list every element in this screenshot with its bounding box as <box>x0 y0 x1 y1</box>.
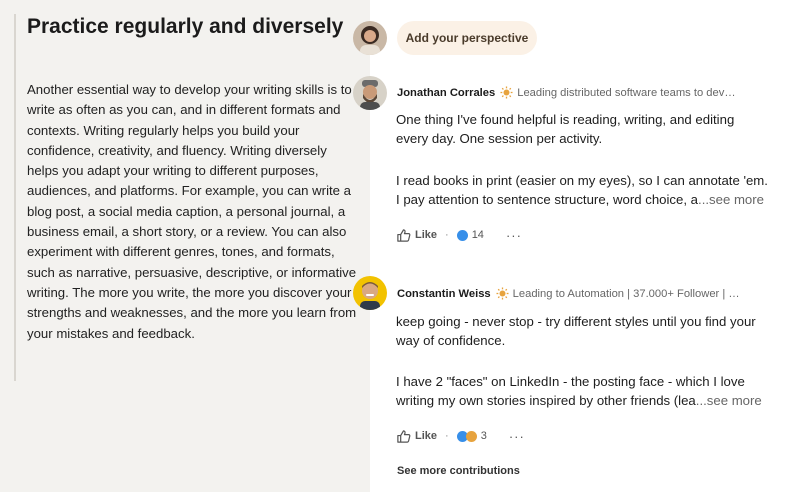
like-button[interactable]: Like <box>396 228 437 243</box>
contributor-headline: Leading to Automation | 37.000+ Follower… <box>512 287 740 300</box>
reactions-count[interactable]: 14 <box>456 229 484 241</box>
see-more-contributions-link[interactable]: See more contributions <box>397 465 520 477</box>
like-label: Like <box>415 430 438 442</box>
contribution-text-tail: writing my own stories inspired by other… <box>396 393 696 408</box>
contribution-text-line: keep going - never stop - try different … <box>396 314 756 329</box>
contributor-headline: Leading distributed software teams to de… <box>517 86 736 99</box>
top-voice-badge-icon <box>500 86 513 99</box>
contribution-text-line: I pay attention to sentence structure, w… <box>396 190 764 209</box>
contributor-byline: Constantin Weiss Leading to Automation |… <box>397 287 740 300</box>
contributor-name[interactable]: Jonathan Corrales <box>397 87 495 99</box>
contribution-text-line: every day. One session per activity. <box>396 131 603 146</box>
contribution-text-line: I read books in print (easier on my eyes… <box>396 173 768 188</box>
like-button[interactable]: Like <box>396 429 437 444</box>
contributor-byline: Jonathan Corrales Leading distributed so… <box>397 86 736 99</box>
reactions-count[interactable]: 3 <box>456 430 487 442</box>
contributor-name[interactable]: Constantin Weiss <box>397 288 491 300</box>
contribution-text-line: I have 2 "faces" on LinkedIn - the posti… <box>396 374 745 389</box>
contribution-text-line: way of confidence. <box>396 333 506 348</box>
contribution-text-line: One thing I've found helpful is reading,… <box>396 112 735 127</box>
article-divider <box>14 14 16 381</box>
contributions-panel <box>370 0 800 492</box>
contribution-text-line: writing my own stories inspired by other… <box>396 391 762 410</box>
thumbs-up-icon <box>397 429 411 443</box>
see-more-link[interactable]: ...see more <box>698 192 764 207</box>
separator-dot: · <box>445 229 449 241</box>
article-panel: Practice regularly and diversely Another… <box>0 0 370 492</box>
contribution-text-tail: I pay attention to sentence structure, w… <box>396 192 699 207</box>
see-more-link[interactable]: ...see more <box>696 393 762 408</box>
more-options-button[interactable]: ··· <box>506 228 522 243</box>
more-options-button[interactable]: ··· <box>509 429 525 444</box>
contribution-actions: Like · 3 ··· <box>396 428 525 444</box>
separator-dot: · <box>445 430 449 442</box>
top-voice-badge-icon <box>496 287 509 300</box>
like-reaction-icon <box>456 229 468 241</box>
reaction-count: 14 <box>471 229 484 241</box>
current-user-avatar <box>353 21 387 55</box>
article-body: Another essential way to develop your wr… <box>27 82 357 341</box>
contributor-avatar[interactable] <box>353 76 387 110</box>
thumbs-up-icon <box>397 228 411 242</box>
article-title: Practice regularly and diversely <box>27 15 344 38</box>
add-perspective-button[interactable]: Add your perspective <box>397 21 537 55</box>
reaction-count: 3 <box>480 430 487 442</box>
like-label: Like <box>415 229 438 241</box>
contributor-avatar[interactable] <box>353 276 387 310</box>
insightful-reaction-icon <box>465 430 477 442</box>
contribution-actions: Like · 14 ··· <box>396 227 522 243</box>
